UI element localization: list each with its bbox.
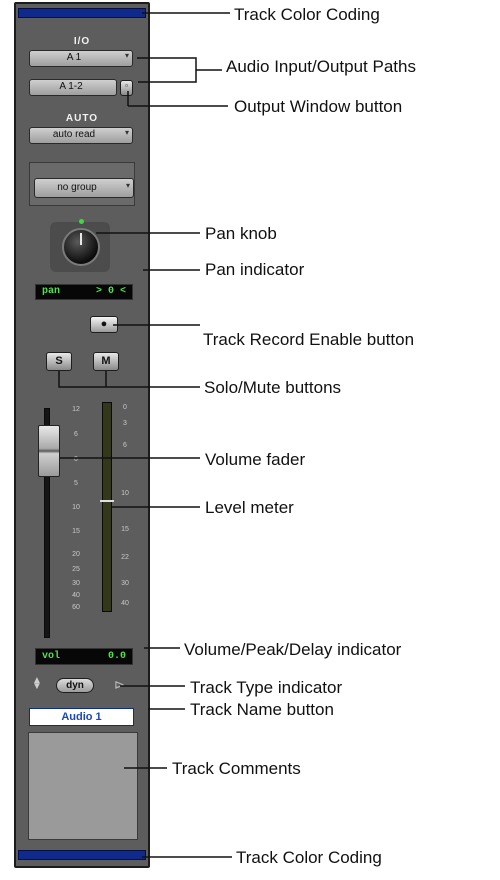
callout-track-comments: Track Comments <box>172 759 301 778</box>
callout-pan-indicator: Pan indicator <box>205 260 305 279</box>
callout-record-enable: Track Record Enable button <box>203 330 415 349</box>
callout-solo-mute: Solo/Mute buttons <box>204 378 342 397</box>
callout-pan-knob: Pan knob <box>205 224 277 243</box>
callout-track-color-top: Track Color Coding <box>234 5 380 24</box>
callout-track-color-bottom: Track Color Coding <box>236 848 382 867</box>
callout-volume-indicator: Volume/Peak/Delay indicator <box>184 640 402 659</box>
callout-track-type: Track Type indicator <box>190 678 343 697</box>
callout-output-window: Output Window button <box>234 97 403 116</box>
callout-volume-fader: Volume fader <box>205 450 306 469</box>
callout-track-name: Track Name button <box>190 700 334 719</box>
callout-io-paths: Audio Input/Output Paths <box>226 57 416 76</box>
callout-level-meter: Level meter <box>205 498 294 517</box>
callout-leaders <box>58 12 232 858</box>
